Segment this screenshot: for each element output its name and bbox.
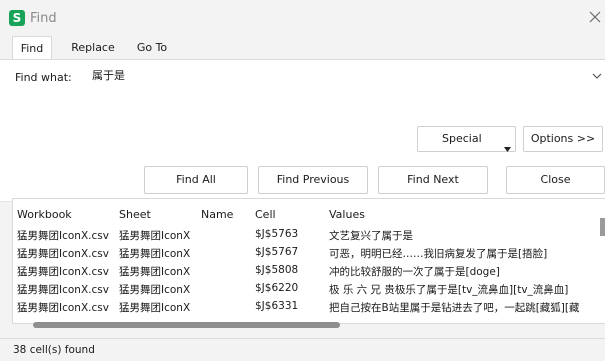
row-workbook[interactable]: 猛男舞团IconX.csv bbox=[17, 228, 109, 243]
special-label: Special bbox=[442, 132, 482, 145]
row-workbook[interactable]: 猛男舞团IconX.csv bbox=[17, 282, 109, 297]
horizontal-scrollbar-thumb[interactable] bbox=[33, 322, 340, 328]
row-value[interactable]: 把自己按在B站里属于是钻进去了吧，一起跳[藏狐][藏 bbox=[329, 300, 580, 315]
row-sheet[interactable]: 猛男舞团IconX bbox=[119, 300, 190, 315]
vertical-scrollbar-thumb[interactable] bbox=[600, 218, 605, 236]
find-what-input[interactable] bbox=[89, 63, 600, 87]
column-header-cell[interactable]: Cell bbox=[255, 208, 276, 221]
tab-goto[interactable]: Go To bbox=[128, 36, 176, 59]
options-button[interactable]: Options >> bbox=[523, 126, 603, 152]
row-sheet[interactable]: 猛男舞团IconX bbox=[119, 264, 190, 279]
row-value[interactable]: 可恶，明明已经……我旧病复发了属于是[捂脸] bbox=[329, 246, 547, 261]
row-cell[interactable]: $J$6220 bbox=[255, 282, 298, 294]
column-header-name[interactable]: Name bbox=[201, 208, 233, 221]
row-cell[interactable]: $J$5763 bbox=[255, 228, 298, 240]
row-sheet[interactable]: 猛男舞团IconX bbox=[119, 282, 190, 297]
row-workbook[interactable]: 猛男舞团IconX.csv bbox=[17, 246, 109, 261]
find-what-label: Find what: bbox=[15, 71, 72, 84]
column-header-workbook[interactable]: Workbook bbox=[17, 208, 72, 221]
status-text: 38 cell(s) found bbox=[13, 344, 95, 356]
tab-find[interactable]: Find bbox=[12, 36, 52, 60]
chevron-down-icon[interactable] bbox=[592, 70, 602, 79]
close-window-icon[interactable] bbox=[587, 8, 605, 26]
row-cell[interactable]: $J$5767 bbox=[255, 246, 298, 258]
row-workbook[interactable]: 猛男舞团IconX.csv bbox=[17, 264, 109, 279]
row-workbook[interactable]: 猛男舞团IconX.csv bbox=[17, 300, 109, 315]
row-cell[interactable]: $J$5808 bbox=[255, 264, 298, 276]
row-sheet[interactable]: 猛男舞团IconX bbox=[119, 228, 190, 243]
row-value[interactable]: 极 乐 六 兄 贵极乐了属于是[tv_流鼻血][tv_流鼻血] bbox=[329, 282, 568, 297]
title-bar bbox=[0, 0, 605, 30]
row-value[interactable]: 冲的比较舒服的一次了属于是[doge] bbox=[329, 264, 500, 279]
tab-bar: Find Replace Go To bbox=[0, 36, 605, 60]
row-value[interactable]: 文艺复兴了属于是 bbox=[329, 228, 413, 243]
find-all-button[interactable]: Find All bbox=[144, 166, 248, 194]
row-sheet[interactable]: 猛男舞团IconX bbox=[119, 246, 190, 261]
column-header-values[interactable]: Values bbox=[329, 208, 365, 221]
special-dropdown-button[interactable]: Special bbox=[417, 126, 516, 152]
find-previous-button[interactable]: Find Previous bbox=[258, 166, 368, 194]
app-icon: S bbox=[9, 10, 25, 26]
dropdown-arrow-icon bbox=[504, 137, 511, 152]
find-next-button[interactable]: Find Next bbox=[378, 166, 488, 194]
column-header-sheet[interactable]: Sheet bbox=[119, 208, 151, 221]
tab-replace[interactable]: Replace bbox=[60, 36, 126, 59]
row-cell[interactable]: $J$6331 bbox=[255, 300, 298, 312]
close-button[interactable]: Close bbox=[506, 166, 605, 194]
window-title: Find bbox=[30, 11, 57, 26]
values-column: 文艺复兴了属于是 可恶，明明已经……我旧病复发了属于是[捂脸] 冲的比较舒服的一… bbox=[329, 225, 596, 315]
